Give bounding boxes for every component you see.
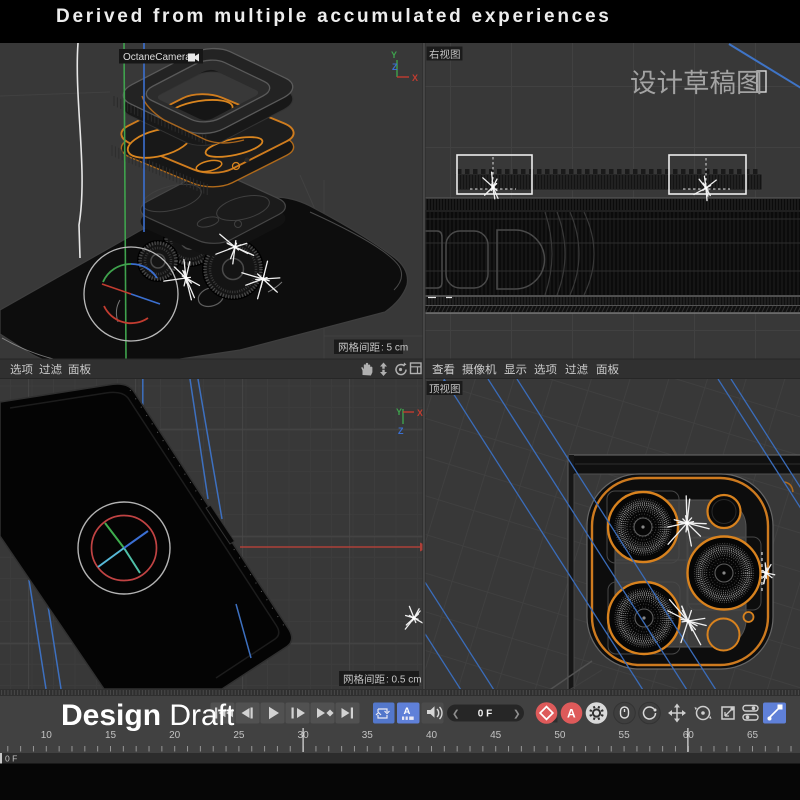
svg-text:Z: Z: [392, 62, 398, 72]
svg-text:Y: Y: [391, 50, 397, 60]
svg-text:X: X: [417, 408, 423, 418]
svg-text:35: 35: [362, 730, 374, 741]
svg-text:55: 55: [619, 730, 631, 741]
svg-text:Design Draft: Design Draft: [61, 699, 235, 732]
svg-text:20: 20: [169, 730, 181, 741]
svg-text:60: 60: [683, 730, 695, 741]
svg-text:❯: ❯: [513, 709, 521, 720]
svg-text:Derived from multiple accumula: Derived from multiple accumulated experi…: [56, 6, 612, 27]
svg-text:Y: Y: [396, 407, 402, 417]
svg-text:25: 25: [233, 730, 245, 741]
svg-text:65: 65: [747, 730, 759, 741]
svg-text:10: 10: [41, 730, 53, 741]
svg-text:❮: ❮: [452, 709, 460, 720]
svg-text:0 F: 0 F: [5, 754, 17, 764]
svg-text:Z: Z: [398, 426, 404, 436]
svg-text:OctaneCamera: OctaneCamera: [123, 52, 191, 63]
svg-text:A: A: [404, 706, 411, 717]
svg-text:A: A: [567, 707, 576, 721]
svg-text:45: 45: [490, 730, 502, 741]
svg-text:0 F: 0 F: [478, 709, 492, 720]
svg-text:X: X: [412, 73, 418, 83]
svg-text:40: 40: [426, 730, 438, 741]
svg-text:15: 15: [105, 730, 117, 741]
svg-text:: 0.5 cm: : 0.5 cm: [386, 675, 422, 686]
svg-text:50: 50: [554, 730, 566, 741]
svg-text:: 5 cm: : 5 cm: [381, 343, 408, 354]
